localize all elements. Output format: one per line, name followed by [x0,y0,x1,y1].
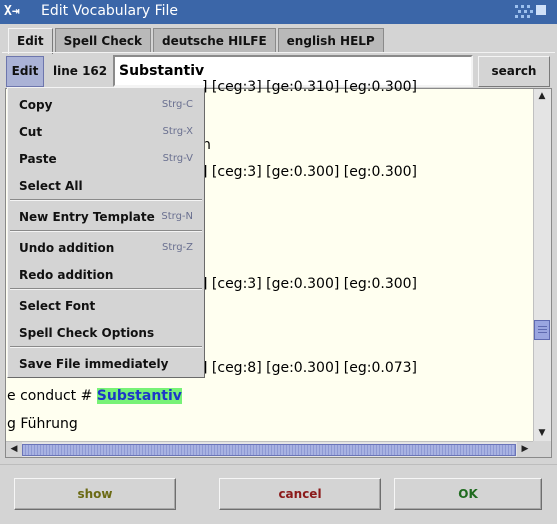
divider [0,464,557,465]
menu-separator [10,199,202,201]
search-button[interactable]: search [478,56,550,87]
menu-item-select-font[interactable]: Select Font [9,292,203,319]
horizontal-scroll-thumb[interactable] [22,444,516,456]
menu-item-paste[interactable]: Paste Strg-V [9,145,203,172]
scroll-corner [533,441,551,457]
menu-item-save-file-immediately[interactable]: Save File immediately [9,350,203,377]
tab-deutsche-hilfe[interactable]: deutsche HILFE [153,28,276,52]
editor-line-partial: ] [ceg:3] [ge:0.310] [eg:0.300] [202,79,417,95]
window-menu-icon[interactable]: X⇥ [4,4,38,20]
menu-separator [10,288,202,290]
editor-line: e conduct # Substantiv [7,388,182,404]
tab-edit[interactable]: Edit [8,28,53,54]
editor-line: ] [ceg:8] [ge:0.300] [eg:0.073] [202,360,417,376]
edit-popup-menu: Copy Strg-C Cut Strg-X Paste Strg-V Sele… [7,87,205,378]
editor-line: ] [ceg:3] [ge:0.300] [eg:0.300] [202,164,417,180]
menu-item-select-all[interactable]: Select All [9,172,203,199]
tab-spell-check[interactable]: Spell Check [54,28,151,52]
menu-item-undo-addition[interactable]: Undo addition Strg-Z [9,234,203,261]
editor-line: ] [ceg:3] [ge:0.300] [eg:0.300] [202,276,417,292]
menu-separator [10,346,202,348]
window-controls-icon[interactable] [515,3,549,21]
edit-menu-button[interactable]: Edit [6,56,44,87]
tab-divider [2,52,555,53]
editor-line: g Führung [7,416,78,432]
window-title: Edit Vocabulary File [41,3,179,19]
title-bar[interactable]: X⇥ Edit Vocabulary File [0,0,557,24]
menu-item-redo-addition[interactable]: Redo addition [9,261,203,288]
menu-item-new-entry-template[interactable]: New Entry Template Strg-N [9,203,203,230]
scroll-right-arrow-icon[interactable]: ▶ [517,442,533,457]
scroll-left-arrow-icon[interactable]: ◀ [6,442,22,457]
cancel-button[interactable]: cancel [219,478,381,510]
menu-item-copy[interactable]: Copy Strg-C [9,91,203,118]
vertical-scrollbar[interactable] [533,89,551,441]
menu-item-spell-check-options[interactable]: Spell Check Options [9,319,203,346]
tab-english-help[interactable]: english HELP [277,28,384,52]
menu-item-cut[interactable]: Cut Strg-X [9,118,203,145]
scroll-up-arrow-icon[interactable]: ▲ [534,89,550,104]
tab-bar: Edit Spell Check deutsche HILFE english … [8,28,386,54]
scroll-down-arrow-icon[interactable]: ▼ [534,426,550,441]
vertical-scroll-thumb[interactable] [534,320,550,340]
ok-button[interactable]: OK [394,478,542,510]
search-highlight: Substantiv [96,388,182,404]
show-button[interactable]: show [14,478,176,510]
menu-separator [10,230,202,232]
line-indicator: line 162 [53,64,108,78]
